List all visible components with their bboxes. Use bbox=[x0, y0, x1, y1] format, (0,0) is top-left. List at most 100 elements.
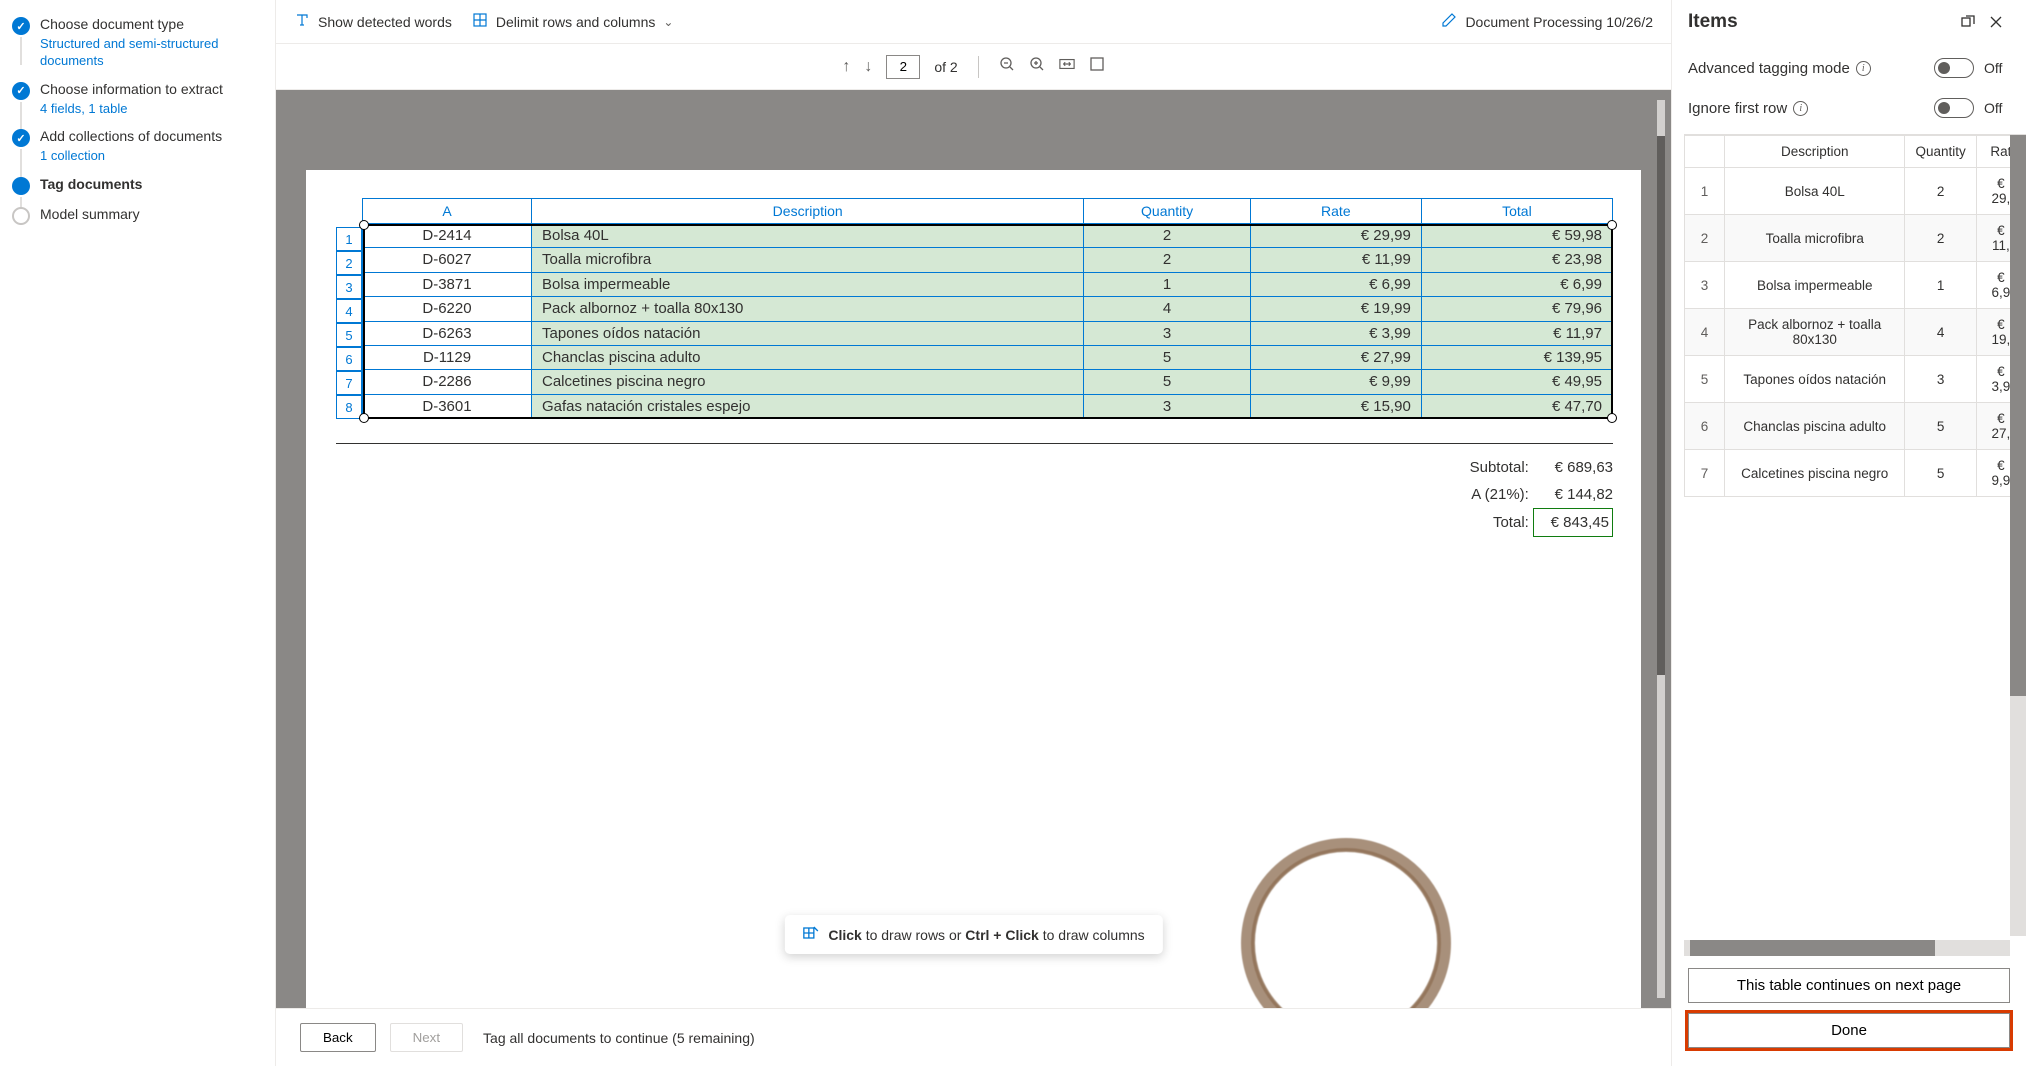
panel-cell-qty: 2 bbox=[1905, 215, 1976, 262]
show-detected-words[interactable]: Show detected words bbox=[294, 12, 452, 31]
table-row[interactable]: D-3601Gafas natación cristales espejo3€ … bbox=[363, 394, 1613, 418]
table-row[interactable]: D-2286Calcetines piscina negro5€ 9,99€ 4… bbox=[363, 370, 1613, 394]
info-icon[interactable]: i bbox=[1793, 101, 1808, 116]
info-icon[interactable]: i bbox=[1856, 61, 1871, 76]
adv-toggle-state: Off bbox=[1984, 60, 2010, 76]
ignore-toggle-state: Off bbox=[1984, 100, 2010, 116]
table-row[interactable]: D-6220Pack albornoz + toalla 80x1304€ 19… bbox=[363, 297, 1613, 321]
back-button[interactable]: Back bbox=[300, 1023, 376, 1052]
totals-block: Subtotal: € 689,63 A (21%): € 144,82 Tot… bbox=[336, 454, 1613, 537]
cell-qty: 2 bbox=[1084, 248, 1250, 272]
panel-row[interactable]: 1Bolsa 40L2€ 29, bbox=[1685, 168, 2026, 215]
table-row[interactable]: D-2414Bolsa 40L2€ 29,99€ 59,98 bbox=[363, 224, 1613, 248]
page-number-input[interactable] bbox=[886, 55, 920, 79]
panel-horizontal-scrollbar[interactable] bbox=[1684, 940, 2010, 956]
wizard-step[interactable]: Model summary bbox=[12, 205, 265, 225]
table-row[interactable]: D-6027Toalla microfibra2€ 11,99€ 23,98 bbox=[363, 248, 1613, 272]
zoom-out-icon[interactable] bbox=[999, 56, 1015, 77]
panel-row[interactable]: 5Tapones oídos natación3€ 3,9 bbox=[1685, 356, 2026, 403]
cell-desc: Pack albornoz + toalla 80x130 bbox=[532, 297, 1084, 321]
continues-next-page-button[interactable]: This table continues on next page bbox=[1688, 968, 2010, 1003]
wizard-step[interactable]: Choose document typeStructured and semi-… bbox=[12, 15, 265, 70]
row-number[interactable]: 6 bbox=[336, 347, 362, 371]
fit-width-icon[interactable] bbox=[1059, 56, 1075, 77]
wizard-step[interactable]: Choose information to extract4 fields, 1… bbox=[12, 80, 265, 118]
page-controls: ↑ ↓ of 2 bbox=[276, 44, 1671, 90]
page-up-icon[interactable]: ↑ bbox=[842, 58, 850, 76]
adv-label: Advanced tagging mode bbox=[1688, 60, 1850, 77]
cell-desc: Gafas natación cristales espejo bbox=[532, 394, 1084, 418]
panel-column-header[interactable] bbox=[1685, 136, 1725, 168]
tag-remaining-label: Tag all documents to continue (5 remaini… bbox=[483, 1030, 755, 1046]
panel-row-index: 5 bbox=[1685, 356, 1725, 403]
column-header[interactable]: Total bbox=[1421, 199, 1612, 224]
popout-icon[interactable] bbox=[1954, 8, 1982, 36]
delimit-rows-columns[interactable]: Delimit rows and columns ⌄ bbox=[472, 12, 674, 31]
document-title[interactable]: Document Processing 10/26/2 bbox=[1441, 12, 1653, 31]
cell-desc: Toalla microfibra bbox=[532, 248, 1084, 272]
cell-qty: 1 bbox=[1084, 272, 1250, 296]
cell-code: D-6263 bbox=[363, 321, 532, 345]
cell-qty: 5 bbox=[1084, 345, 1250, 369]
column-header[interactable]: A bbox=[363, 199, 532, 224]
panel-cell-qty: 1 bbox=[1905, 262, 1976, 309]
column-header[interactable]: Description bbox=[532, 199, 1084, 224]
cell-desc: Bolsa 40L bbox=[532, 224, 1084, 248]
panel-table[interactable]: DescriptionQuantityRat 1Bolsa 40L2€ 29,2… bbox=[1684, 135, 2026, 497]
hint-text: Click to draw rows or Ctrl + Click to dr… bbox=[828, 927, 1144, 943]
cell-rate: € 11,99 bbox=[1250, 248, 1421, 272]
panel-row[interactable]: 4Pack albornoz + toalla 80x1304€ 19, bbox=[1685, 309, 2026, 356]
panel-row[interactable]: 3Bolsa impermeabl​e1€ 6,9 bbox=[1685, 262, 2026, 309]
step-title: Add collections of documents bbox=[40, 127, 265, 146]
cell-desc: Chanclas piscina adulto bbox=[532, 345, 1084, 369]
delimit-label: Delimit rows and columns bbox=[496, 14, 656, 30]
table-row[interactable]: D-1129Chanclas piscina adulto5€ 27,99€ 1… bbox=[363, 345, 1613, 369]
row-number[interactable]: 3 bbox=[336, 275, 362, 299]
panel-title: Items bbox=[1688, 11, 1954, 33]
panel-row[interactable]: 2Toalla microfibra2€ 11, bbox=[1685, 215, 2026, 262]
step-subtitle: 4 fields, 1 table bbox=[40, 101, 265, 118]
row-number[interactable]: 4 bbox=[336, 299, 362, 323]
row-number[interactable]: 5 bbox=[336, 323, 362, 347]
panel-column-header[interactable]: Description bbox=[1725, 136, 1905, 168]
panel-cell-desc: Tapones oídos natación bbox=[1725, 356, 1905, 403]
next-button: Next bbox=[390, 1023, 463, 1052]
row-number[interactable]: 8 bbox=[336, 395, 362, 419]
column-header[interactable]: Quantity bbox=[1084, 199, 1250, 224]
wizard-step[interactable]: Add collections of documents1 collection bbox=[12, 127, 265, 165]
show-words-label: Show detected words bbox=[318, 14, 452, 30]
table-row[interactable]: D-6263Tapones oídos natación3€ 3,99€ 11,… bbox=[363, 321, 1613, 345]
document-canvas[interactable]: 12345678 ADescriptionQuantityRateTotal D… bbox=[276, 90, 1671, 1008]
subtotal-label: Subtotal: bbox=[1470, 459, 1529, 476]
row-number[interactable]: 2 bbox=[336, 251, 362, 275]
panel-row-index: 7 bbox=[1685, 450, 1725, 497]
grid-icon bbox=[472, 12, 488, 31]
row-number[interactable]: 1 bbox=[336, 227, 362, 251]
step-marker-icon bbox=[12, 82, 30, 100]
close-icon[interactable] bbox=[1982, 8, 2010, 36]
items-table[interactable]: ADescriptionQuantityRateTotal D-2414Bols… bbox=[362, 198, 1613, 419]
panel-row[interactable]: 6Chanclas piscina adulto5€ 27, bbox=[1685, 403, 2026, 450]
panel-row[interactable]: 7Calcetines piscina negro5€ 9,9 bbox=[1685, 450, 2026, 497]
ignore-first-row-toggle[interactable] bbox=[1934, 98, 1974, 118]
done-button[interactable]: Done bbox=[1688, 1013, 2010, 1048]
main-content: Show detected words Delimit rows and col… bbox=[275, 0, 1671, 1066]
document-page: 12345678 ADescriptionQuantityRateTotal D… bbox=[306, 170, 1641, 1008]
zoom-in-icon[interactable] bbox=[1029, 56, 1045, 77]
cell-rate: € 15,90 bbox=[1250, 394, 1421, 418]
step-marker-icon bbox=[12, 207, 30, 225]
advanced-tagging-toggle[interactable] bbox=[1934, 58, 1974, 78]
column-header[interactable]: Rate bbox=[1250, 199, 1421, 224]
fit-page-icon[interactable] bbox=[1089, 56, 1105, 77]
cell-code: D-6220 bbox=[363, 297, 532, 321]
page-down-icon[interactable]: ↓ bbox=[864, 58, 872, 76]
canvas-scrollbar[interactable] bbox=[1657, 100, 1665, 998]
row-number[interactable]: 7 bbox=[336, 371, 362, 395]
wizard-step[interactable]: Tag documents bbox=[12, 175, 265, 195]
panel-vertical-scrollbar[interactable] bbox=[2010, 135, 2026, 936]
cell-rate: € 3,99 bbox=[1250, 321, 1421, 345]
advanced-tagging-toggle-row: Advanced tagging mode i Off bbox=[1688, 58, 2010, 78]
table-row[interactable]: D-3871Bolsa impermeable1€ 6,99€ 6,99 bbox=[363, 272, 1613, 296]
panel-column-header[interactable]: Quantity bbox=[1905, 136, 1976, 168]
cell-desc: Calcetines piscina negro bbox=[532, 370, 1084, 394]
